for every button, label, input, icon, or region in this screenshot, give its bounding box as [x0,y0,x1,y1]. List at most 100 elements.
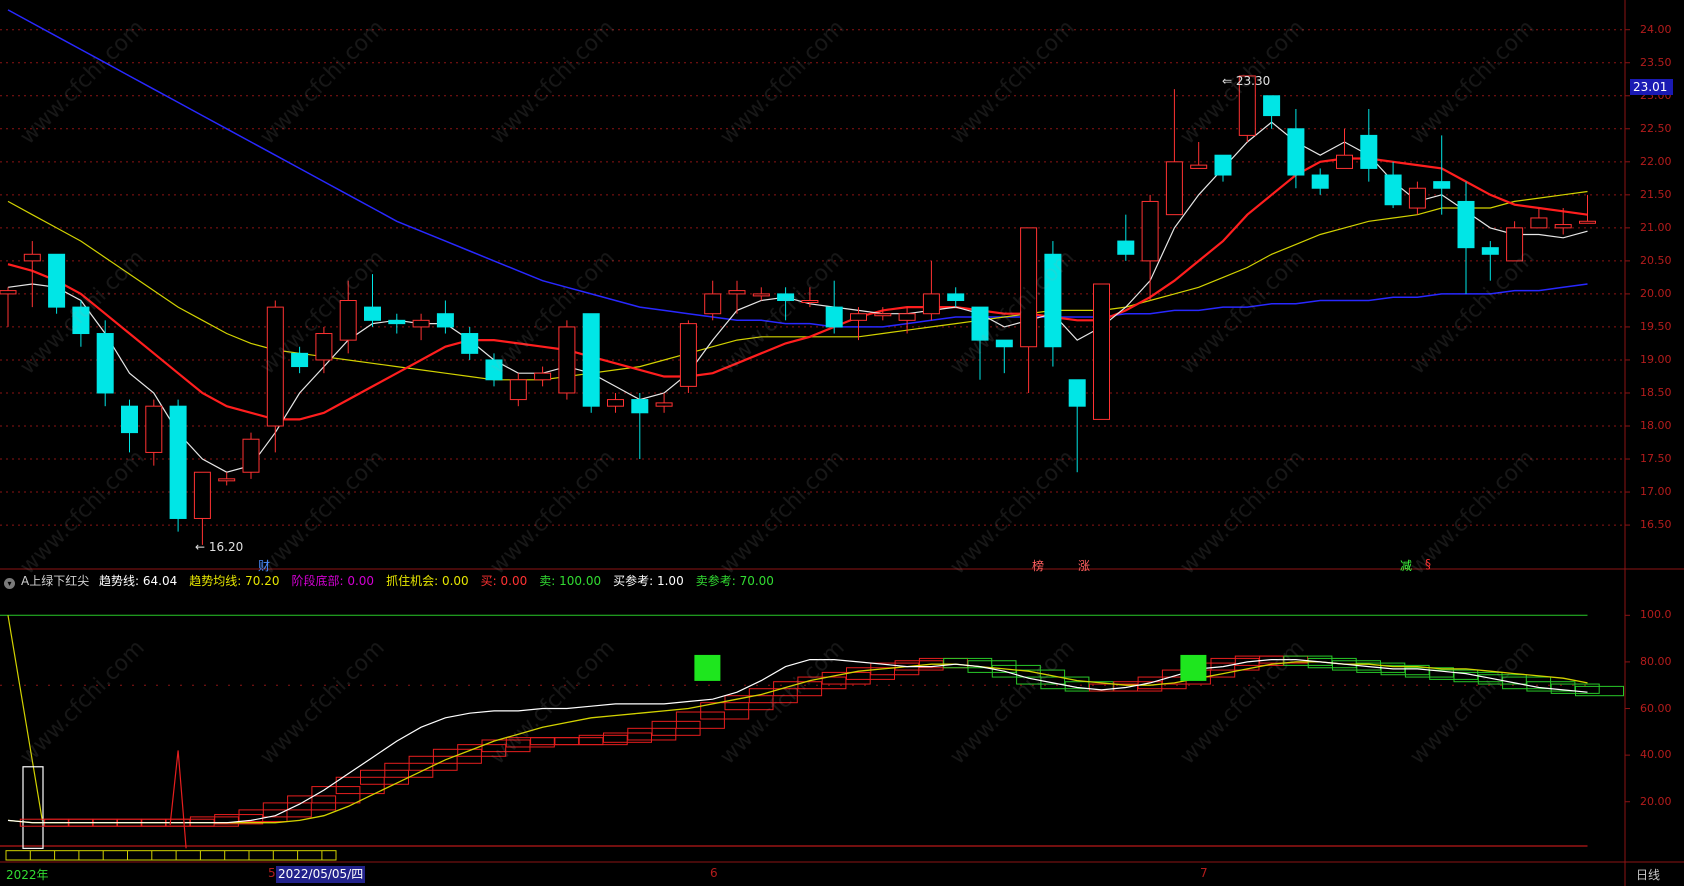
indicator-tick-label: 80.00 [1640,654,1672,668]
candle-body [1311,174,1329,189]
candle-body [1141,200,1159,262]
candle-body [704,293,722,315]
indicator-value: 买: 0.00 [480,574,528,588]
price-tick-label: 17.00 [1640,485,1672,499]
indicator-value: 抓住机会: 0.00 [386,574,469,588]
price-tick-label: 18.50 [1640,385,1672,399]
price-tick-label: 18.00 [1640,419,1672,432]
candle-body [193,471,211,519]
candle-body [631,399,649,414]
indicator-value: 买参考: 1.00 [613,574,684,588]
candle-body [1579,220,1596,224]
candle-body [1117,240,1135,255]
candle-body [607,399,624,407]
candle-body [145,405,163,453]
arrow-icon: ← [195,540,209,554]
candle-body [412,319,430,328]
candle-body [1433,181,1451,189]
indicator-name[interactable]: A上绿下红尖 [21,574,89,588]
candle-body [582,313,600,407]
price-tick-label: 23.50 [1640,55,1672,69]
candle-body [1481,247,1499,255]
collapse-icon[interactable]: ▾ [4,578,15,589]
high-annotation: ⇐ 23.30 [1222,74,1271,88]
candle-body [898,313,916,321]
candle-body [509,379,527,401]
price-tick-label: 22.00 [1640,154,1672,168]
event-marker[interactable]: 减 [1400,557,1412,574]
x-tick-month: 6 [710,866,718,880]
event-marker[interactable]: 涨 [1078,557,1090,574]
candle-body [169,405,187,519]
candle-body [388,319,406,325]
price-tick-label: 21.00 [1640,220,1672,234]
candle-body [436,313,454,328]
candle-body [1408,187,1426,209]
candle-body [679,323,697,387]
candle-body [1530,217,1548,229]
candle-body [922,293,940,315]
indicator-value: 趋势均线: 70.20 [189,574,280,588]
candle-body [1190,164,1208,169]
price-tick-label: 24.00 [1640,22,1672,36]
indicator-tick-label: 40.00 [1640,748,1672,762]
price-tick-label: 16.50 [1640,518,1672,532]
candle-body [96,333,114,394]
candle-body [752,293,770,297]
chart-svg[interactable] [0,0,1684,886]
candle-body [242,438,260,473]
price-tick-label: 21.50 [1640,187,1672,201]
indicator-tick-label: 60.00 [1640,701,1672,715]
candle-body [874,313,892,317]
price-tick-label: 17.50 [1640,452,1672,466]
candle-body [1336,154,1353,169]
low-annotation: ← 16.20 [195,540,244,554]
candle-body [971,306,989,341]
indicator-value: 阶段底部: 0.00 [291,574,375,588]
candle-body [1287,128,1305,176]
indicator-value: 卖参考: 70.00 [695,574,774,588]
candle-body [558,326,576,394]
signal-square [694,654,721,681]
x-tick-month: 7 [1200,866,1208,880]
candle-body [850,313,867,321]
candle-body [72,306,90,335]
candle-body [461,333,479,354]
price-tick-label: 19.00 [1640,352,1672,366]
candle-body [1554,224,1572,229]
candle-body [1384,174,1402,206]
candle-body [48,253,66,308]
period-label[interactable]: 日线 [1636,866,1660,883]
candle-body [825,306,843,328]
price-tick-label: 20.50 [1640,253,1672,267]
candle-body [121,405,138,434]
indicator-values: 趋势线: 64.04 趋势均线: 70.20 阶段底部: 0.00 抓住机会: 0.0… [99,574,786,588]
candle-body [1020,227,1038,348]
candle-body [777,293,795,302]
x-tick-month: 5 [268,866,276,880]
arrow-icon: ⇐ [1222,74,1236,88]
candle-body [485,359,503,381]
candle-body [1263,95,1281,117]
candle-body [0,290,17,295]
candle-body [728,290,746,295]
candle-body [1068,379,1086,407]
signal-square [1180,654,1207,681]
candle-body [291,352,309,368]
candle-body [801,300,819,304]
price-tick-label: 20.00 [1640,286,1672,300]
candle-body [315,333,333,361]
event-marker[interactable]: 榜 [1032,557,1044,574]
candle-body [218,478,236,482]
candle-body [23,253,41,262]
event-marker[interactable]: § [1425,557,1431,571]
candle-body [339,300,357,341]
candle-body [1360,134,1378,169]
candle-body [534,372,552,381]
candle-body [1165,161,1183,216]
indicator-tick-label: 100.0 [1640,608,1672,622]
selected-date: 2022/05/05/四 [276,866,366,883]
candle-body [1093,283,1110,420]
indicator-value: 趋势线: 64.04 [99,574,178,588]
candle-body [266,306,284,427]
